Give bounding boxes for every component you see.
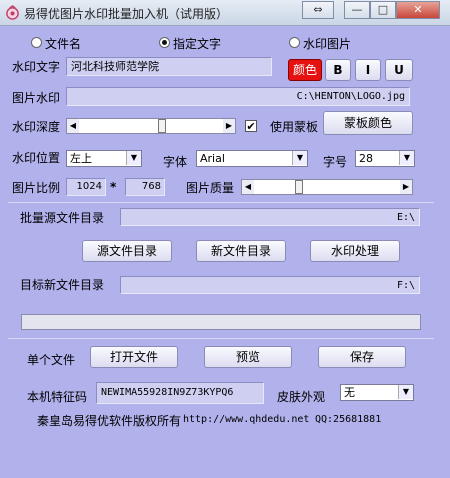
divider [8, 202, 434, 203]
quality-label: 图片质量 [186, 181, 235, 195]
source-dir-button[interactable]: 源文件目录 [82, 240, 172, 262]
maximize-button[interactable]: □ [370, 1, 396, 19]
slider-left-arrow-icon[interactable]: ◀ [67, 119, 79, 133]
image-watermark-label: 图片水印 [12, 91, 61, 105]
target-dir-input[interactable]: F:\ [120, 276, 420, 294]
ratio-width-input[interactable]: 1024 [66, 178, 106, 196]
chevron-down-icon[interactable]: ▼ [399, 151, 414, 165]
minimize-button[interactable]: — [344, 1, 370, 19]
font-size-value: 28 [359, 152, 373, 165]
font-label: 字体 [163, 155, 188, 169]
font-size-label: 字号 [323, 155, 348, 169]
image-watermark-path[interactable]: C:\HENTON\LOGO.jpg [66, 87, 410, 106]
mask-checkbox[interactable]: ✔ [245, 120, 257, 132]
slider-right-arrow-icon[interactable]: ▶ [400, 180, 412, 194]
quality-slider[interactable]: ◀ ▶ [241, 179, 413, 195]
qq-contact: QQ:25681881 [315, 414, 382, 425]
ratio-label: 图片比例 [12, 181, 61, 195]
new-dir-button[interactable]: 新文件目录 [196, 240, 286, 262]
copyright-text: 秦皇岛易得优软件版权所有 [37, 414, 182, 428]
chevron-down-icon[interactable]: ▼ [292, 151, 307, 165]
color-button[interactable]: 颜色 [288, 59, 322, 81]
skin-select[interactable]: 无 ▼ [340, 384, 414, 401]
source-dir-label: 批量源文件目录 [20, 211, 105, 225]
position-label: 水印位置 [12, 151, 61, 165]
font-value: Arial [200, 152, 225, 165]
close-button[interactable]: ✕ [396, 1, 440, 19]
single-file-label: 单个文件 [27, 353, 76, 367]
progress-bar [21, 314, 421, 330]
position-value: 左上 [70, 152, 92, 165]
slider-right-arrow-icon[interactable]: ▶ [223, 119, 235, 133]
watermark-text-input[interactable]: 河北科技师范学院 [66, 57, 272, 76]
radio-watermark-image[interactable] [289, 37, 300, 48]
save-button[interactable]: 保存 [318, 346, 406, 368]
quality-slider-thumb[interactable] [295, 180, 303, 194]
radio-filename[interactable] [31, 37, 42, 48]
watermark-process-button[interactable]: 水印处理 [310, 240, 400, 262]
font-size-select[interactable]: 28 ▼ [355, 150, 415, 167]
chevron-down-icon[interactable]: ▼ [126, 151, 141, 165]
mask-color-button[interactable]: 蒙板颜色 [323, 111, 413, 135]
open-file-button[interactable]: 打开文件 [90, 346, 178, 368]
website-link[interactable]: http://www.qhdedu.net [183, 414, 309, 425]
depth-label: 水印深度 [12, 120, 61, 134]
depth-slider-thumb[interactable] [158, 119, 166, 133]
radio-watermark-image-label[interactable]: 水印图片 [303, 35, 351, 52]
chevron-down-icon[interactable]: ▼ [398, 385, 413, 399]
ratio-height-input[interactable]: 768 [125, 178, 165, 196]
radio-specified-text[interactable] [159, 37, 170, 48]
mask-label: 使用蒙板 [270, 120, 319, 134]
watermark-text-label: 水印文字 [12, 60, 61, 74]
font-select[interactable]: Arial ▼ [196, 150, 308, 167]
divider [8, 338, 434, 339]
bold-button[interactable]: B [325, 59, 351, 81]
position-select[interactable]: 左上 ▼ [66, 150, 142, 167]
skin-label: 皮肤外观 [277, 390, 326, 404]
window-title: 易得优图片水印批量加入机（试用版） [24, 7, 229, 21]
machine-code-field[interactable]: NEWIMA55928IN9Z73KYPQ6 [96, 382, 264, 404]
skin-value: 无 [344, 386, 355, 399]
radio-specified-text-label[interactable]: 指定文字 [173, 35, 221, 52]
preview-button[interactable]: 预览 [204, 346, 292, 368]
ratio-separator: * [110, 180, 117, 194]
radio-filename-label[interactable]: 文件名 [45, 35, 81, 52]
machine-code-label: 本机特征码 [27, 390, 88, 404]
italic-button[interactable]: I [355, 59, 381, 81]
slider-left-arrow-icon[interactable]: ◀ [242, 180, 254, 194]
restore-button[interactable]: ⇔ [302, 1, 334, 19]
depth-slider[interactable]: ◀ ▶ [66, 118, 236, 134]
app-logo-icon [6, 5, 19, 20]
source-dir-input[interactable]: E:\ [120, 208, 420, 226]
target-dir-label: 目标新文件目录 [20, 278, 105, 292]
underline-button[interactable]: U [385, 59, 413, 81]
